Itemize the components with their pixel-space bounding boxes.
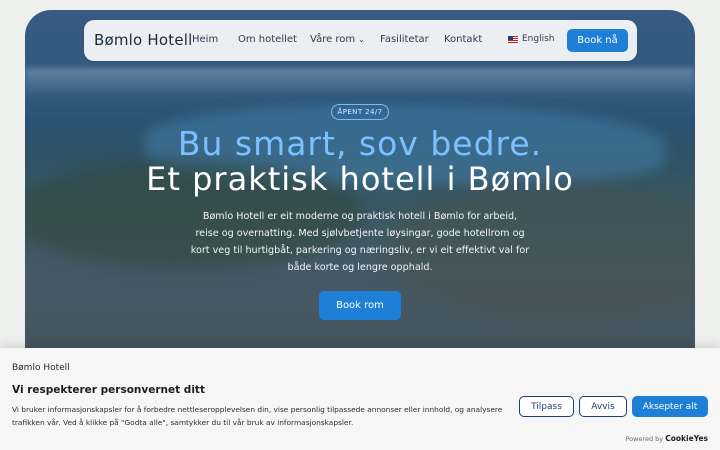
top-navigation: Bømlo Hotell Heim Om hotellet Våre rom ⌄ … bbox=[84, 20, 637, 61]
cookie-title: Vi respekterer personvernet ditt bbox=[12, 384, 205, 396]
nav-link-fasilitetar[interactable]: Fasilitetar bbox=[380, 34, 429, 45]
book-room-button[interactable]: Book rom bbox=[319, 291, 401, 320]
book-now-button[interactable]: Book nå bbox=[567, 29, 628, 52]
hero-background-mountains bbox=[25, 68, 695, 98]
nav-link-vare-rom-label: Våre rom bbox=[310, 34, 356, 45]
hero-title-line2: Et praktisk hotell i Bømlo bbox=[146, 160, 574, 198]
cookie-banner: Bømlo Hotell Vi respekterer personvernet… bbox=[0, 348, 720, 450]
us-flag-icon bbox=[508, 35, 518, 43]
hero-description: Bømlo Hotell er eit moderne og praktisk … bbox=[190, 211, 530, 273]
language-selector[interactable]: English bbox=[508, 34, 555, 44]
language-label: English bbox=[522, 34, 555, 44]
open-badge: ÅPENT 24/7 bbox=[331, 104, 389, 120]
customize-button[interactable]: Tilpass bbox=[519, 396, 574, 417]
powered-by[interactable]: Powered by CookieYes bbox=[625, 434, 708, 443]
accept-all-button[interactable]: Aksepter alt bbox=[632, 396, 708, 417]
cookie-brand: Bømlo Hotell bbox=[12, 363, 70, 373]
hero-title-line1: Bu smart, sov bedre. bbox=[177, 124, 543, 163]
chevron-down-icon: ⌄ bbox=[358, 35, 365, 44]
cookieyes-logo: CookieYes bbox=[665, 434, 708, 443]
cookie-text: Vi bruker informasjonskapsler for å forb… bbox=[12, 405, 503, 427]
reject-button[interactable]: Avvis bbox=[579, 396, 627, 417]
nav-link-om-hotellet[interactable]: Om hotellet bbox=[238, 34, 297, 45]
powered-by-label: Powered by bbox=[625, 435, 664, 443]
nav-link-vare-rom[interactable]: Våre rom ⌄ bbox=[310, 34, 365, 45]
nav-link-heim[interactable]: Heim bbox=[192, 34, 218, 45]
nav-link-kontakt[interactable]: Kontakt bbox=[444, 34, 482, 45]
brand-logo[interactable]: Bømlo Hotell bbox=[94, 31, 193, 49]
